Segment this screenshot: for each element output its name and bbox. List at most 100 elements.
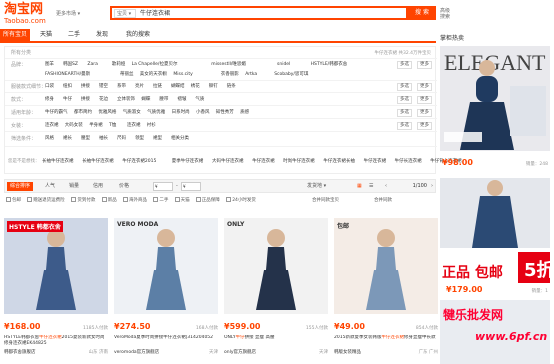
filter-option[interactable]: Artka — [245, 71, 257, 79]
filter-option[interactable]: 小香风 — [196, 109, 210, 117]
filter-checkbox-option[interactable]: 包邮 — [6, 197, 21, 203]
filter-option[interactable]: 美女的天衣橱 — [140, 71, 167, 79]
filter-checkbox-option[interactable]: 天猫 — [174, 197, 190, 203]
related-search-link[interactable]: 大码牛仔连衣裙 — [212, 158, 244, 164]
filter-option[interactable]: 腰型 — [81, 135, 90, 143]
filter-option[interactable]: 亮片 — [135, 83, 144, 91]
shop-name[interactable]: 韩版女装精品 — [334, 349, 361, 355]
multi-select-button[interactable]: 多选 — [397, 61, 412, 69]
shop-name[interactable]: 韩都衣舍旗舰店 — [4, 349, 36, 355]
sidebar-item-2[interactable]: 正品 包邮 5折 ¥179.00 销量：1 — [440, 178, 550, 308]
product-title[interactable]: VeroModa夏季时尚拼接牛仔连衣裙|314204052 — [114, 335, 218, 347]
multi-select-button[interactable]: 多选 — [397, 122, 412, 130]
checkbox[interactable] — [195, 197, 201, 202]
product-card[interactable]: VERO MODA ¥274.50 168人付款 VeroModa夏季时尚拼接牛仔连衣… — [114, 218, 218, 364]
filter-option[interactable]: 都市简约 — [74, 109, 92, 117]
more-button[interactable]: 更多 — [417, 109, 432, 117]
filter-option[interactable]: 腰带 — [159, 96, 168, 104]
filter-option[interactable]: 连衣裙 — [45, 122, 59, 130]
filter-option[interactable]: Zara — [87, 61, 97, 69]
filter-option[interactable]: 大码女装 — [65, 122, 83, 130]
filter-option[interactable]: Miss.city — [173, 71, 192, 79]
filter-option[interactable]: 歌莉娅 — [112, 61, 126, 69]
filter-checkbox-option[interactable]: 正品保障 — [195, 197, 220, 203]
checkbox[interactable] — [71, 197, 77, 202]
tab-tmall[interactable]: 天猫 — [34, 29, 58, 41]
tab-discover[interactable]: 发现 — [90, 29, 114, 41]
product-title[interactable]: 2015新款夏季女装韩版牛仔连衣裙修身显瘦中长款 — [334, 335, 438, 347]
sort-option[interactable]: 人气 — [45, 182, 55, 191]
related-search-link[interactable]: 牛仔连衣裙 — [364, 158, 387, 164]
filter-option[interactable]: 花边 — [99, 96, 108, 104]
filter-checkbox-option[interactable]: 赠送退货运费险 — [27, 197, 65, 203]
tab-second-hand[interactable]: 二手 — [62, 29, 86, 41]
merge-same-items[interactable]: 合并同款宝贝 — [312, 197, 339, 203]
sort-option[interactable]: 综合排序 — [7, 182, 34, 191]
next-page-icon[interactable]: › — [431, 182, 433, 191]
merge-same[interactable]: 合并同款 — [374, 197, 392, 203]
filter-checkbox-option[interactable]: 海外商品 — [123, 197, 147, 203]
multi-select-button[interactable]: 多选 — [397, 83, 412, 91]
list-view-icon[interactable]: ☰ — [369, 182, 373, 191]
more-button[interactable]: 更多 — [417, 96, 432, 104]
filter-option[interactable]: 领型 — [135, 135, 144, 143]
filter-option[interactable]: 拼接 — [81, 96, 90, 104]
more-button[interactable]: 更多 — [417, 83, 432, 91]
more-market-dropdown[interactable]: 更多市场 ▾ — [56, 10, 80, 17]
filter-checkbox-option[interactable]: 二手 — [153, 197, 168, 203]
sort-option[interactable]: 价格 — [119, 182, 129, 191]
checkbox[interactable] — [123, 197, 128, 202]
related-search-link[interactable]: 牛仔连衣裙 — [252, 158, 275, 164]
product-image[interactable]: ONLY — [224, 218, 328, 314]
product-image[interactable]: HSTYLE 韩都衣舍 — [4, 218, 108, 314]
product-card[interactable]: ONLY ¥599.00 155人付款 ONLY牛仔拼接 显瘦 高腰 only官方旗舰店… — [224, 218, 328, 364]
related-search-link[interactable]: 夏季牛仔连衣裙 — [172, 158, 204, 164]
filter-option[interactable]: 褶皱 — [177, 96, 186, 104]
tab-all-items[interactable]: 所有宝贝 — [0, 29, 30, 41]
filter-option[interactable]: 裙型 — [153, 135, 162, 143]
product-title[interactable]: HSTYLE韩都衣舍牛仔连衣裙2015夏装新款女时尚修身连衣裙EK44825 — [4, 335, 108, 347]
filter-option[interactable]: 尺码 — [117, 135, 126, 143]
search-button[interactable]: 搜 索 — [408, 6, 436, 20]
filter-option[interactable]: 袖长 — [99, 135, 108, 143]
sidebar-item-1[interactable]: ELEGANT ¥98.00 销量：248 — [440, 46, 550, 176]
related-search-link[interactable]: 牛仔连衣裙长袖 — [323, 158, 355, 164]
related-search-link[interactable]: 牛仔长连衣裙 — [395, 158, 422, 164]
filter-option[interactable]: 绣花 — [191, 83, 200, 91]
related-search-link[interactable]: 长袖牛仔连衣裙 — [42, 158, 74, 164]
filter-option[interactable]: 裙长 — [63, 135, 72, 143]
multi-select-button[interactable]: 多选 — [397, 96, 412, 104]
filter-option[interactable]: 牛仔的霸气 — [45, 109, 68, 117]
filter-option[interactable]: 气质优雅 — [147, 109, 165, 117]
filter-option[interactable]: Scobaby/思可琪 — [274, 71, 308, 79]
filter-checkbox-option[interactable]: 24小时发货 — [226, 197, 256, 203]
related-search-link[interactable]: 长袖牛仔连衣裙 — [82, 158, 114, 164]
checkbox[interactable] — [153, 197, 159, 202]
filter-option[interactable]: missestll/唯思媚 — [211, 61, 246, 69]
filter-option[interactable]: 连衣裙 — [127, 122, 141, 130]
filter-option[interactable]: 口袋 — [45, 83, 54, 91]
filter-option[interactable]: 日系时尚 — [172, 109, 190, 117]
filter-option[interactable]: 知性秀芳 — [216, 109, 234, 117]
filter-option[interactable]: 蝴蝶 — [141, 96, 150, 104]
filter-option[interactable]: 拼接 — [81, 83, 90, 91]
filter-option[interactable]: 纽扣 — [63, 83, 72, 91]
search-input[interactable]: 牛仔连衣裙 — [140, 9, 170, 18]
filter-option[interactable]: 拉链 — [153, 83, 162, 91]
filter-option[interactable]: 立体装饰 — [117, 96, 135, 104]
filter-option[interactable]: 韩国SZ — [63, 61, 78, 69]
filter-option[interactable]: 系带 — [117, 83, 126, 91]
filter-option[interactable]: 半身裙 — [89, 122, 103, 130]
sidebar-item-image[interactable]: 正品 包邮 5折 — [440, 178, 550, 283]
product-card[interactable]: HSTYLE 韩都衣舍 ¥168.00 1185人付款 HSTYLE韩都衣舍牛仔连衣裙… — [4, 218, 108, 364]
filter-option[interactable]: 铆钉 — [209, 83, 218, 91]
checkbox[interactable] — [226, 197, 232, 202]
filter-option[interactable]: snidel — [277, 61, 290, 69]
checkbox[interactable] — [6, 197, 11, 202]
filter-option[interactable]: HSTYLE/韩都衣舍 — [311, 61, 348, 69]
filter-checkbox-option[interactable]: 新品 — [101, 197, 117, 203]
filter-option[interactable]: 牛仔 — [63, 96, 72, 104]
all-category[interactable]: 所有分类 — [11, 49, 31, 57]
filter-option[interactable]: T恤 — [109, 122, 116, 130]
filter-option[interactable]: 镂空 — [99, 83, 108, 91]
